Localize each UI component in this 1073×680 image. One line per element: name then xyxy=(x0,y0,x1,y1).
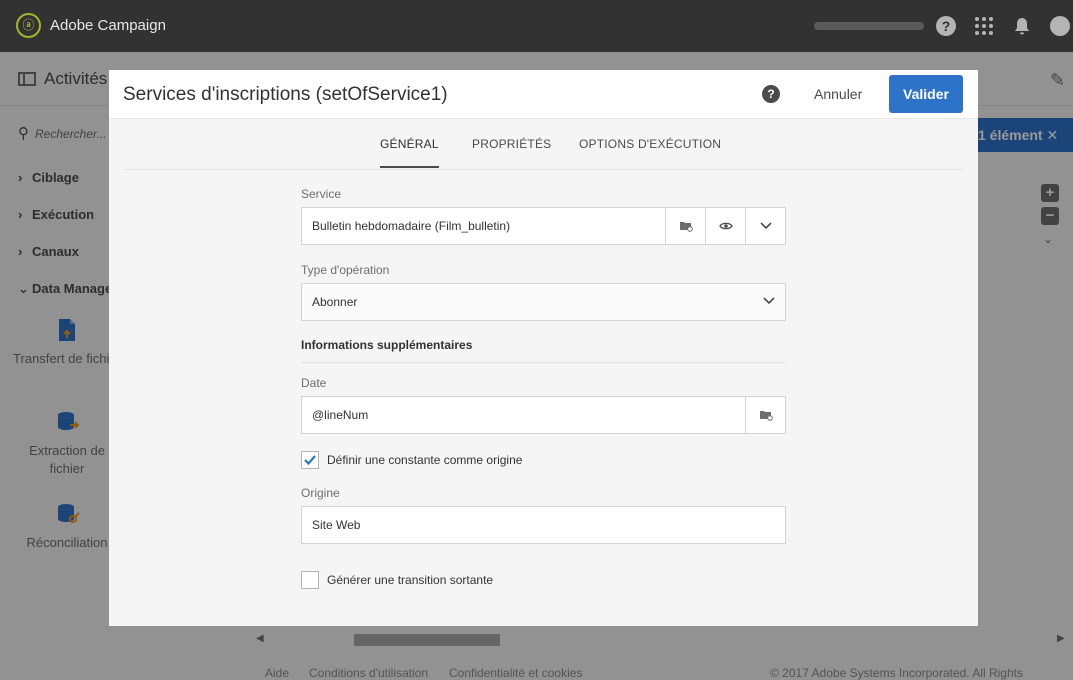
eye-preview-icon[interactable] xyxy=(705,208,745,244)
origin-label: Origine xyxy=(301,486,340,500)
chevron-down-icon[interactable] xyxy=(745,208,785,244)
date-value: @lineNum xyxy=(312,408,369,422)
apps-grid-icon[interactable] xyxy=(974,16,994,36)
tab-general[interactable]: GÉNÉRAL xyxy=(380,137,439,168)
constant-origin-checkbox[interactable] xyxy=(301,451,319,469)
folder-browse-icon[interactable] xyxy=(665,208,705,244)
chevron-down-icon xyxy=(763,294,775,308)
tab-properties[interactable]: PROPRIÉTÉS xyxy=(472,137,551,151)
operation-type-select[interactable]: Abonner xyxy=(301,283,786,321)
help-icon[interactable]: ? xyxy=(936,16,956,36)
adobe-campaign-logo-icon[interactable]: ⓐ xyxy=(16,13,41,38)
cancel-button[interactable]: Annuler xyxy=(804,75,872,113)
origin-value: Site Web xyxy=(312,518,361,532)
user-name-blurred xyxy=(814,22,924,30)
date-label: Date xyxy=(301,376,327,390)
checkmark-icon xyxy=(304,455,316,466)
operation-type-label: Type d'opération xyxy=(301,263,390,277)
folder-browse-icon[interactable] xyxy=(745,397,785,433)
validate-button[interactable]: Valider xyxy=(889,75,963,113)
dialog-title: Services d'inscriptions (setOfService1) xyxy=(123,84,448,105)
dialog-header: Services d'inscriptions (setOfService1) … xyxy=(109,70,978,119)
service-label: Service xyxy=(301,187,342,201)
outgoing-transition-checkbox[interactable] xyxy=(301,571,319,589)
top-bar: ⓐ Adobe Campaign ? xyxy=(0,0,1073,52)
additional-info-heading: Informations supplémentaires xyxy=(301,338,786,363)
app-name: Adobe Campaign xyxy=(50,17,166,34)
dialog-tabs: GÉNÉRAL PROPRIÉTÉS OPTIONS D'EXÉCUTION xyxy=(123,120,963,170)
date-field[interactable]: @lineNum xyxy=(301,396,786,434)
service-value: Bulletin hebdomadaire (Film_bulletin) xyxy=(312,219,511,233)
dialog-help-icon[interactable]: ? xyxy=(762,85,780,103)
origin-input[interactable]: Site Web xyxy=(301,506,786,544)
user-avatar[interactable] xyxy=(1050,16,1070,36)
notifications-bell-icon[interactable] xyxy=(1012,16,1032,36)
subscription-services-dialog: Services d'inscriptions (setOfService1) … xyxy=(109,70,978,626)
operation-type-value: Abonner xyxy=(312,295,358,309)
outgoing-transition-label: Générer une transition sortante xyxy=(327,573,494,587)
constant-origin-label: Définir une constante comme origine xyxy=(327,453,523,467)
tab-execution-options[interactable]: OPTIONS D'EXÉCUTION xyxy=(579,137,721,151)
service-field[interactable]: Bulletin hebdomadaire (Film_bulletin) xyxy=(301,207,786,245)
